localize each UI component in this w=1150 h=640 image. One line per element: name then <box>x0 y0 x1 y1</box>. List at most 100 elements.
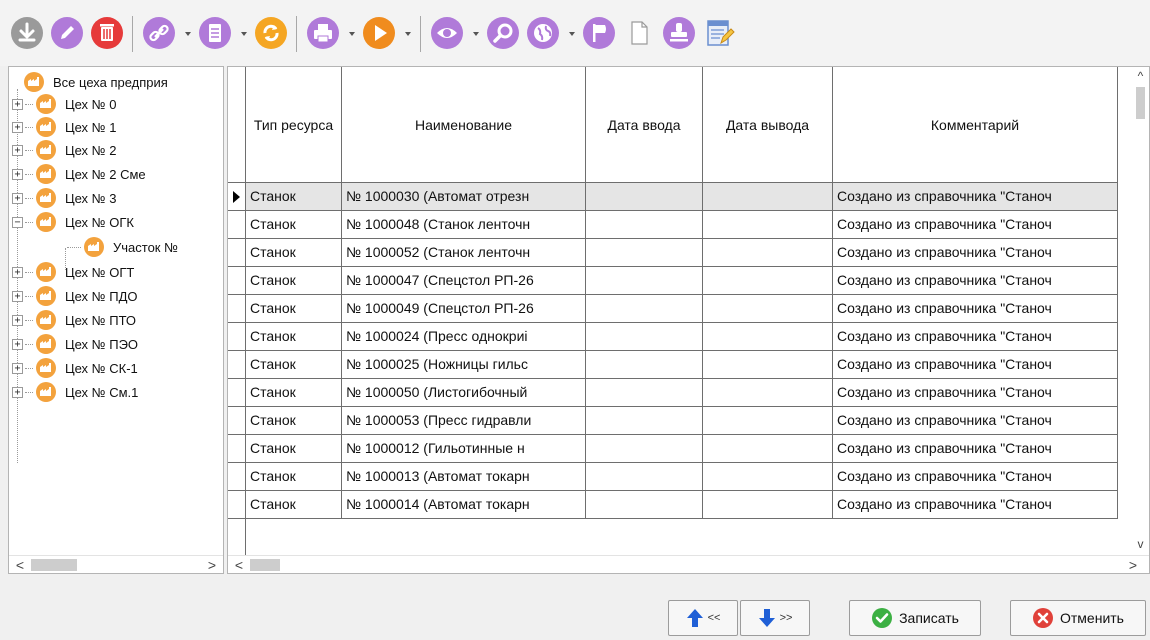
cell-comment[interactable]: Создано из справочника "Станоч <box>833 211 1118 239</box>
tree-item-workshop-sm1[interactable]: + Цех № См.1 <box>12 381 138 403</box>
cell-date-in[interactable] <box>586 407 703 435</box>
cell-comment[interactable]: Создано из справочника "Станоч <box>833 267 1118 295</box>
cell-date-out[interactable] <box>703 323 833 351</box>
document-dropdown-icon[interactable] <box>238 29 250 39</box>
scrollbar-thumb[interactable] <box>1136 87 1145 119</box>
cell-date-in[interactable] <box>586 183 703 211</box>
collapse-toggle-icon[interactable]: − <box>12 216 23 228</box>
cell-date-out[interactable] <box>703 463 833 491</box>
cell-type[interactable]: Станок <box>246 435 342 463</box>
download-icon[interactable] <box>10 16 44 50</box>
expand-toggle-icon[interactable]: + <box>12 362 23 374</box>
refresh-icon[interactable] <box>254 16 288 50</box>
expand-toggle-icon[interactable]: + <box>12 144 23 156</box>
cell-type[interactable]: Станок <box>246 239 342 267</box>
tree-item-workshop-0[interactable]: + Цех № 0 <box>12 93 116 115</box>
column-header-type[interactable]: Тип ресурса <box>246 67 342 183</box>
scrollbar-thumb[interactable] <box>31 559 77 571</box>
cell-name[interactable]: № 1000025 (Ножницы гильс <box>342 351 586 379</box>
flag-icon[interactable] <box>582 16 616 50</box>
expand-toggle-icon[interactable]: + <box>12 121 23 133</box>
expand-toggle-icon[interactable]: + <box>12 290 23 302</box>
search-icon[interactable] <box>486 16 520 50</box>
cell-date-out[interactable] <box>703 379 833 407</box>
cell-date-out[interactable] <box>703 239 833 267</box>
cell-name[interactable]: № 1000049 (Спецстол РП-26 <box>342 295 586 323</box>
document-icon[interactable] <box>198 16 232 50</box>
cell-type[interactable]: Станок <box>246 183 342 211</box>
cell-comment[interactable]: Создано из справочника "Станоч <box>833 491 1118 519</box>
print-dropdown-icon[interactable] <box>346 29 358 39</box>
tree-item-workshop-ogt[interactable]: + Цех № ОГТ <box>12 261 134 283</box>
column-header-comment[interactable]: Комментарий <box>833 67 1118 183</box>
grid-vertical-scrollbar[interactable]: ^ v <box>1132 67 1149 555</box>
cell-comment[interactable]: Создано из справочника "Станоч <box>833 323 1118 351</box>
cell-comment[interactable]: Создано из справочника "Станоч <box>833 407 1118 435</box>
globe-icon[interactable] <box>526 16 560 50</box>
cell-date-in[interactable] <box>586 239 703 267</box>
cell-date-out[interactable] <box>703 211 833 239</box>
tree-item-workshop-pdo[interactable]: + Цех № ПДО <box>12 285 138 307</box>
tree-item-workshop-pto[interactable]: + Цех № ПТО <box>12 309 136 331</box>
link-dropdown-icon[interactable] <box>182 29 194 39</box>
scroll-left-icon[interactable]: < <box>11 556 29 573</box>
expand-toggle-icon[interactable]: + <box>12 168 23 180</box>
notepad-edit-icon[interactable] <box>702 16 736 50</box>
tree-horizontal-scrollbar[interactable]: < > <box>9 555 223 573</box>
view-eye-icon[interactable] <box>430 16 464 50</box>
expand-toggle-icon[interactable]: + <box>12 192 23 204</box>
scroll-left-icon[interactable]: < <box>230 556 248 573</box>
cell-date-in[interactable] <box>586 267 703 295</box>
cell-type[interactable]: Станок <box>246 491 342 519</box>
expand-toggle-icon[interactable]: + <box>12 98 23 110</box>
cell-name[interactable]: № 1000014 (Автомат токарн <box>342 491 586 519</box>
cell-name[interactable]: № 1000050 (Листогибочный <box>342 379 586 407</box>
cell-comment[interactable]: Создано из справочника "Станоч <box>833 183 1118 211</box>
cell-date-out[interactable] <box>703 183 833 211</box>
cell-type[interactable]: Станок <box>246 295 342 323</box>
expand-toggle-icon[interactable]: + <box>12 314 23 326</box>
cell-type[interactable]: Станок <box>246 379 342 407</box>
link-icon[interactable] <box>142 16 176 50</box>
scroll-right-icon[interactable]: > <box>203 556 221 573</box>
edit-pencil-icon[interactable] <box>50 16 84 50</box>
previous-record-button[interactable]: << <box>668 600 738 636</box>
tree-item-workshop-peo[interactable]: + Цех № ПЭО <box>12 333 138 355</box>
cell-date-in[interactable] <box>586 463 703 491</box>
cell-name[interactable]: № 1000024 (Пресс однокриі <box>342 323 586 351</box>
scroll-up-icon[interactable]: ^ <box>1132 67 1149 85</box>
cell-name[interactable]: № 1000048 (Станок ленточн <box>342 211 586 239</box>
globe-dropdown-icon[interactable] <box>566 29 578 39</box>
save-button[interactable]: Записать <box>849 600 981 636</box>
stamp-icon[interactable] <box>662 16 696 50</box>
scroll-down-icon[interactable]: v <box>1132 535 1149 553</box>
tree-item-workshop-3[interactable]: + Цех № 3 <box>12 187 116 209</box>
cell-date-out[interactable] <box>703 295 833 323</box>
cell-comment[interactable]: Создано из справочника "Станоч <box>833 351 1118 379</box>
cell-comment[interactable]: Создано из справочника "Станоч <box>833 239 1118 267</box>
expand-toggle-icon[interactable]: + <box>12 338 23 350</box>
column-header-date-in[interactable]: Дата ввода <box>586 67 703 183</box>
cell-date-out[interactable] <box>703 491 833 519</box>
cell-date-out[interactable] <box>703 435 833 463</box>
cell-comment[interactable]: Создано из справочника "Станоч <box>833 295 1118 323</box>
cell-date-in[interactable] <box>586 211 703 239</box>
expand-toggle-icon[interactable]: + <box>12 266 23 278</box>
cell-date-in[interactable] <box>586 435 703 463</box>
cell-name[interactable]: № 1000053 (Пресс гидравли <box>342 407 586 435</box>
cell-date-out[interactable] <box>703 407 833 435</box>
view-dropdown-icon[interactable] <box>470 29 482 39</box>
cell-date-in[interactable] <box>586 323 703 351</box>
cell-comment[interactable]: Создано из справочника "Станоч <box>833 435 1118 463</box>
delete-trash-icon[interactable] <box>90 16 124 50</box>
scrollbar-thumb[interactable] <box>250 559 280 571</box>
tree-item-root[interactable]: Все цеха предприя <box>23 71 168 93</box>
next-record-button[interactable]: >> <box>740 600 810 636</box>
cell-date-out[interactable] <box>703 351 833 379</box>
cell-name[interactable]: № 1000012 (Гильотинные н <box>342 435 586 463</box>
cell-date-in[interactable] <box>586 351 703 379</box>
play-dropdown-icon[interactable] <box>402 29 414 39</box>
tree-item-workshop-ogk[interactable]: − Цех № ОГК <box>12 211 134 233</box>
cancel-button[interactable]: Отменить <box>1010 600 1146 636</box>
column-header-date-out[interactable]: Дата вывода <box>703 67 833 183</box>
